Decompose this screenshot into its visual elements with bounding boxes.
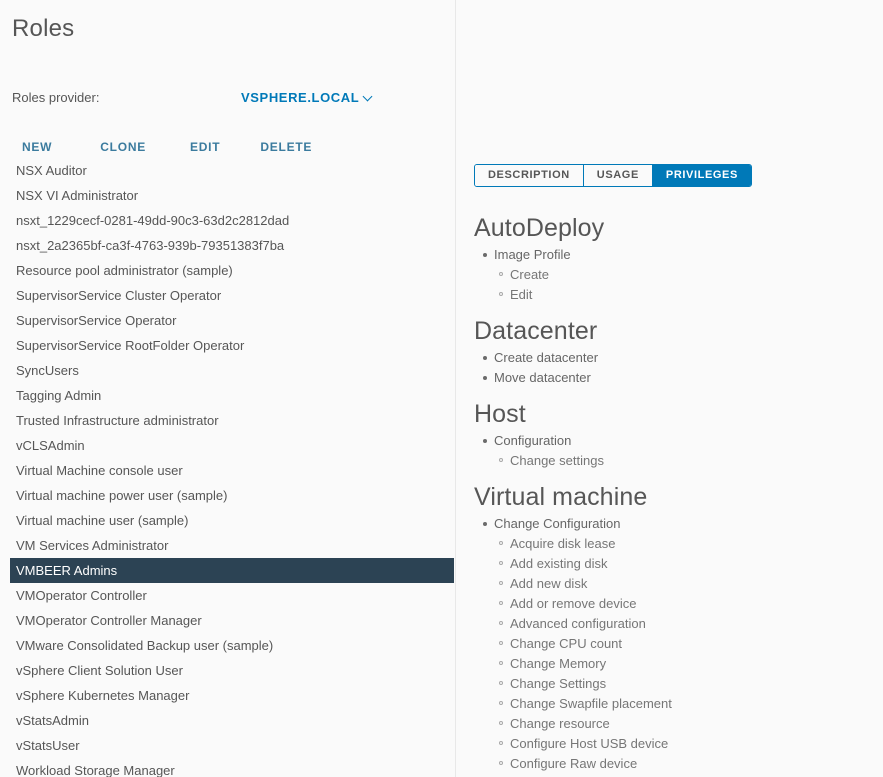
detail-tab-group: DESCRIPTION USAGE PRIVILEGES [474, 164, 752, 187]
privilege-item: Image Profile Create Edit [474, 245, 874, 305]
role-list-item[interactable]: VM Services Administrator [10, 533, 454, 558]
role-detail-panel: DESCRIPTION USAGE PRIVILEGES AutoDeploy Ima… [455, 0, 883, 777]
role-list-item[interactable]: SupervisorService Operator [10, 308, 454, 333]
roles-provider-label: Roles provider: [12, 90, 100, 105]
role-list-item[interactable]: Tagging Admin [10, 383, 454, 408]
role-list-item[interactable]: VMOperator Controller [10, 583, 454, 608]
role-list-item[interactable]: vSphere Kubernetes Manager [10, 683, 454, 708]
privilege-group: Datacenter Create datacenter Move datacent… [474, 315, 874, 388]
privilege-subitem: Change resource [494, 714, 874, 734]
clone-role-button[interactable]: CLONE [100, 137, 146, 157]
role-list-item[interactable]: Resource pool administrator (sample) [10, 258, 454, 283]
privilege-item: Create datacenter [474, 348, 874, 368]
role-list-item[interactable]: SyncUsers [10, 358, 454, 383]
privilege-subitem: Configure Raw device [494, 754, 874, 774]
privilege-level2-list: Acquire disk lease Add existing disk Add n… [494, 534, 874, 774]
privileges-tree: AutoDeploy Image Profile Create Edit Datacen… [474, 212, 874, 774]
privilege-item-label: Change Configuration [494, 516, 621, 531]
privilege-item: Change Configuration Acquire disk lease Ad… [474, 514, 874, 774]
delete-role-button[interactable]: DELETE [260, 137, 312, 157]
roles-provider-value: VSPHERE.LOCAL [241, 90, 360, 105]
privilege-subitem: Change settings [494, 451, 874, 471]
role-list-item[interactable]: Virtual machine power user (sample) [10, 483, 454, 508]
privilege-item: Move datacenter [474, 368, 874, 388]
privilege-subitem: Configure Host USB device [494, 734, 874, 754]
role-list-item[interactable]: NSX VI Administrator [10, 183, 454, 208]
role-list-item[interactable]: Trusted Infrastructure administrator [10, 408, 454, 433]
tab-description[interactable]: DESCRIPTION [475, 165, 584, 186]
privilege-item-label: Configuration [494, 433, 572, 448]
role-list-item[interactable]: nsxt_1229cecf-0281-49dd-90c3-63d2c2812da… [10, 208, 454, 233]
privilege-level2-list: Change settings [494, 451, 874, 471]
page-title: Roles [12, 15, 75, 42]
privilege-subitem: Add existing disk [494, 554, 874, 574]
privilege-level2-list: Create Edit [494, 265, 874, 305]
roles-list: NSX Auditor NSX VI Administrator nsxt_1229… [10, 158, 454, 777]
privilege-item-label: Create datacenter [494, 350, 599, 365]
privilege-level1-list: Configuration Change settings [474, 431, 874, 471]
privilege-subitem: Change CPU count [494, 634, 874, 654]
privilege-item: Configuration Change settings [474, 431, 874, 471]
role-list-item[interactable]: VMware Consolidated Backup user (sample) [10, 633, 454, 658]
privilege-subitem: Add new disk [494, 574, 874, 594]
privilege-group-heading: AutoDeploy [474, 214, 605, 242]
role-list-item[interactable]: VMOperator Controller Manager [10, 608, 454, 633]
privilege-subitem: Acquire disk lease [494, 534, 874, 554]
roles-provider-row: Roles provider: VSPHERE.LOCAL [12, 88, 452, 108]
chevron-down-icon [364, 92, 373, 101]
privilege-subitem: Change Swapfile placement [494, 694, 874, 714]
role-list-item[interactable]: Workload Storage Manager [10, 758, 454, 777]
privilege-level1-list: Change Configuration Acquire disk lease Ad… [474, 514, 874, 774]
role-list-item[interactable]: vStatsAdmin [10, 708, 454, 733]
role-list-item[interactable]: vSphere Client Solution User [10, 658, 454, 683]
privilege-subitem: Change Memory [494, 654, 874, 674]
roles-provider-dropdown[interactable]: VSPHERE.LOCAL [241, 88, 373, 108]
privilege-subitem: Create [494, 265, 874, 285]
privilege-group-heading: Virtual machine [474, 483, 648, 511]
tab-usage[interactable]: USAGE [583, 165, 653, 186]
role-list-item[interactable]: Virtual Machine console user [10, 458, 454, 483]
privilege-level1-list: Image Profile Create Edit [474, 245, 874, 305]
privilege-group: AutoDeploy Image Profile Create Edit [474, 212, 874, 305]
role-list-item[interactable]: Virtual machine user (sample) [10, 508, 454, 533]
privilege-level1-list: Create datacenter Move datacenter [474, 348, 874, 388]
new-role-button[interactable]: NEW [22, 137, 52, 157]
role-list-item[interactable]: SupervisorService RootFolder Operator [10, 333, 454, 358]
tab-privileges[interactable]: PRIVILEGES [652, 165, 751, 186]
privilege-item-label: Move datacenter [494, 370, 591, 385]
role-list-item[interactable]: vStatsUser [10, 733, 454, 758]
privilege-group: Host Configuration Change settings [474, 398, 874, 471]
role-list-item[interactable]: SupervisorService Cluster Operator [10, 283, 454, 308]
privilege-subitem: Edit [494, 285, 874, 305]
privilege-group-heading: Datacenter [474, 317, 598, 345]
privilege-subitem: Advanced configuration [494, 614, 874, 634]
role-list-item[interactable]: nsxt_2a2365bf-ca3f-4763-939b-79351383f7b… [10, 233, 454, 258]
privilege-subitem: Change Settings [494, 674, 874, 694]
role-list-item[interactable]: NSX Auditor [10, 158, 454, 183]
edit-role-button[interactable]: EDIT [190, 137, 220, 157]
role-list-item-selected[interactable]: VMBEER Admins [10, 558, 454, 583]
privilege-group-heading: Host [474, 400, 526, 428]
role-list-item[interactable]: vCLSAdmin [10, 433, 454, 458]
privilege-item-label: Image Profile [494, 247, 571, 262]
privilege-group: Virtual machine Change Configuration Acqui… [474, 481, 874, 774]
privilege-subitem: Add or remove device [494, 594, 874, 614]
roles-action-toolbar: NEW CLONE EDIT DELETE [22, 137, 312, 157]
